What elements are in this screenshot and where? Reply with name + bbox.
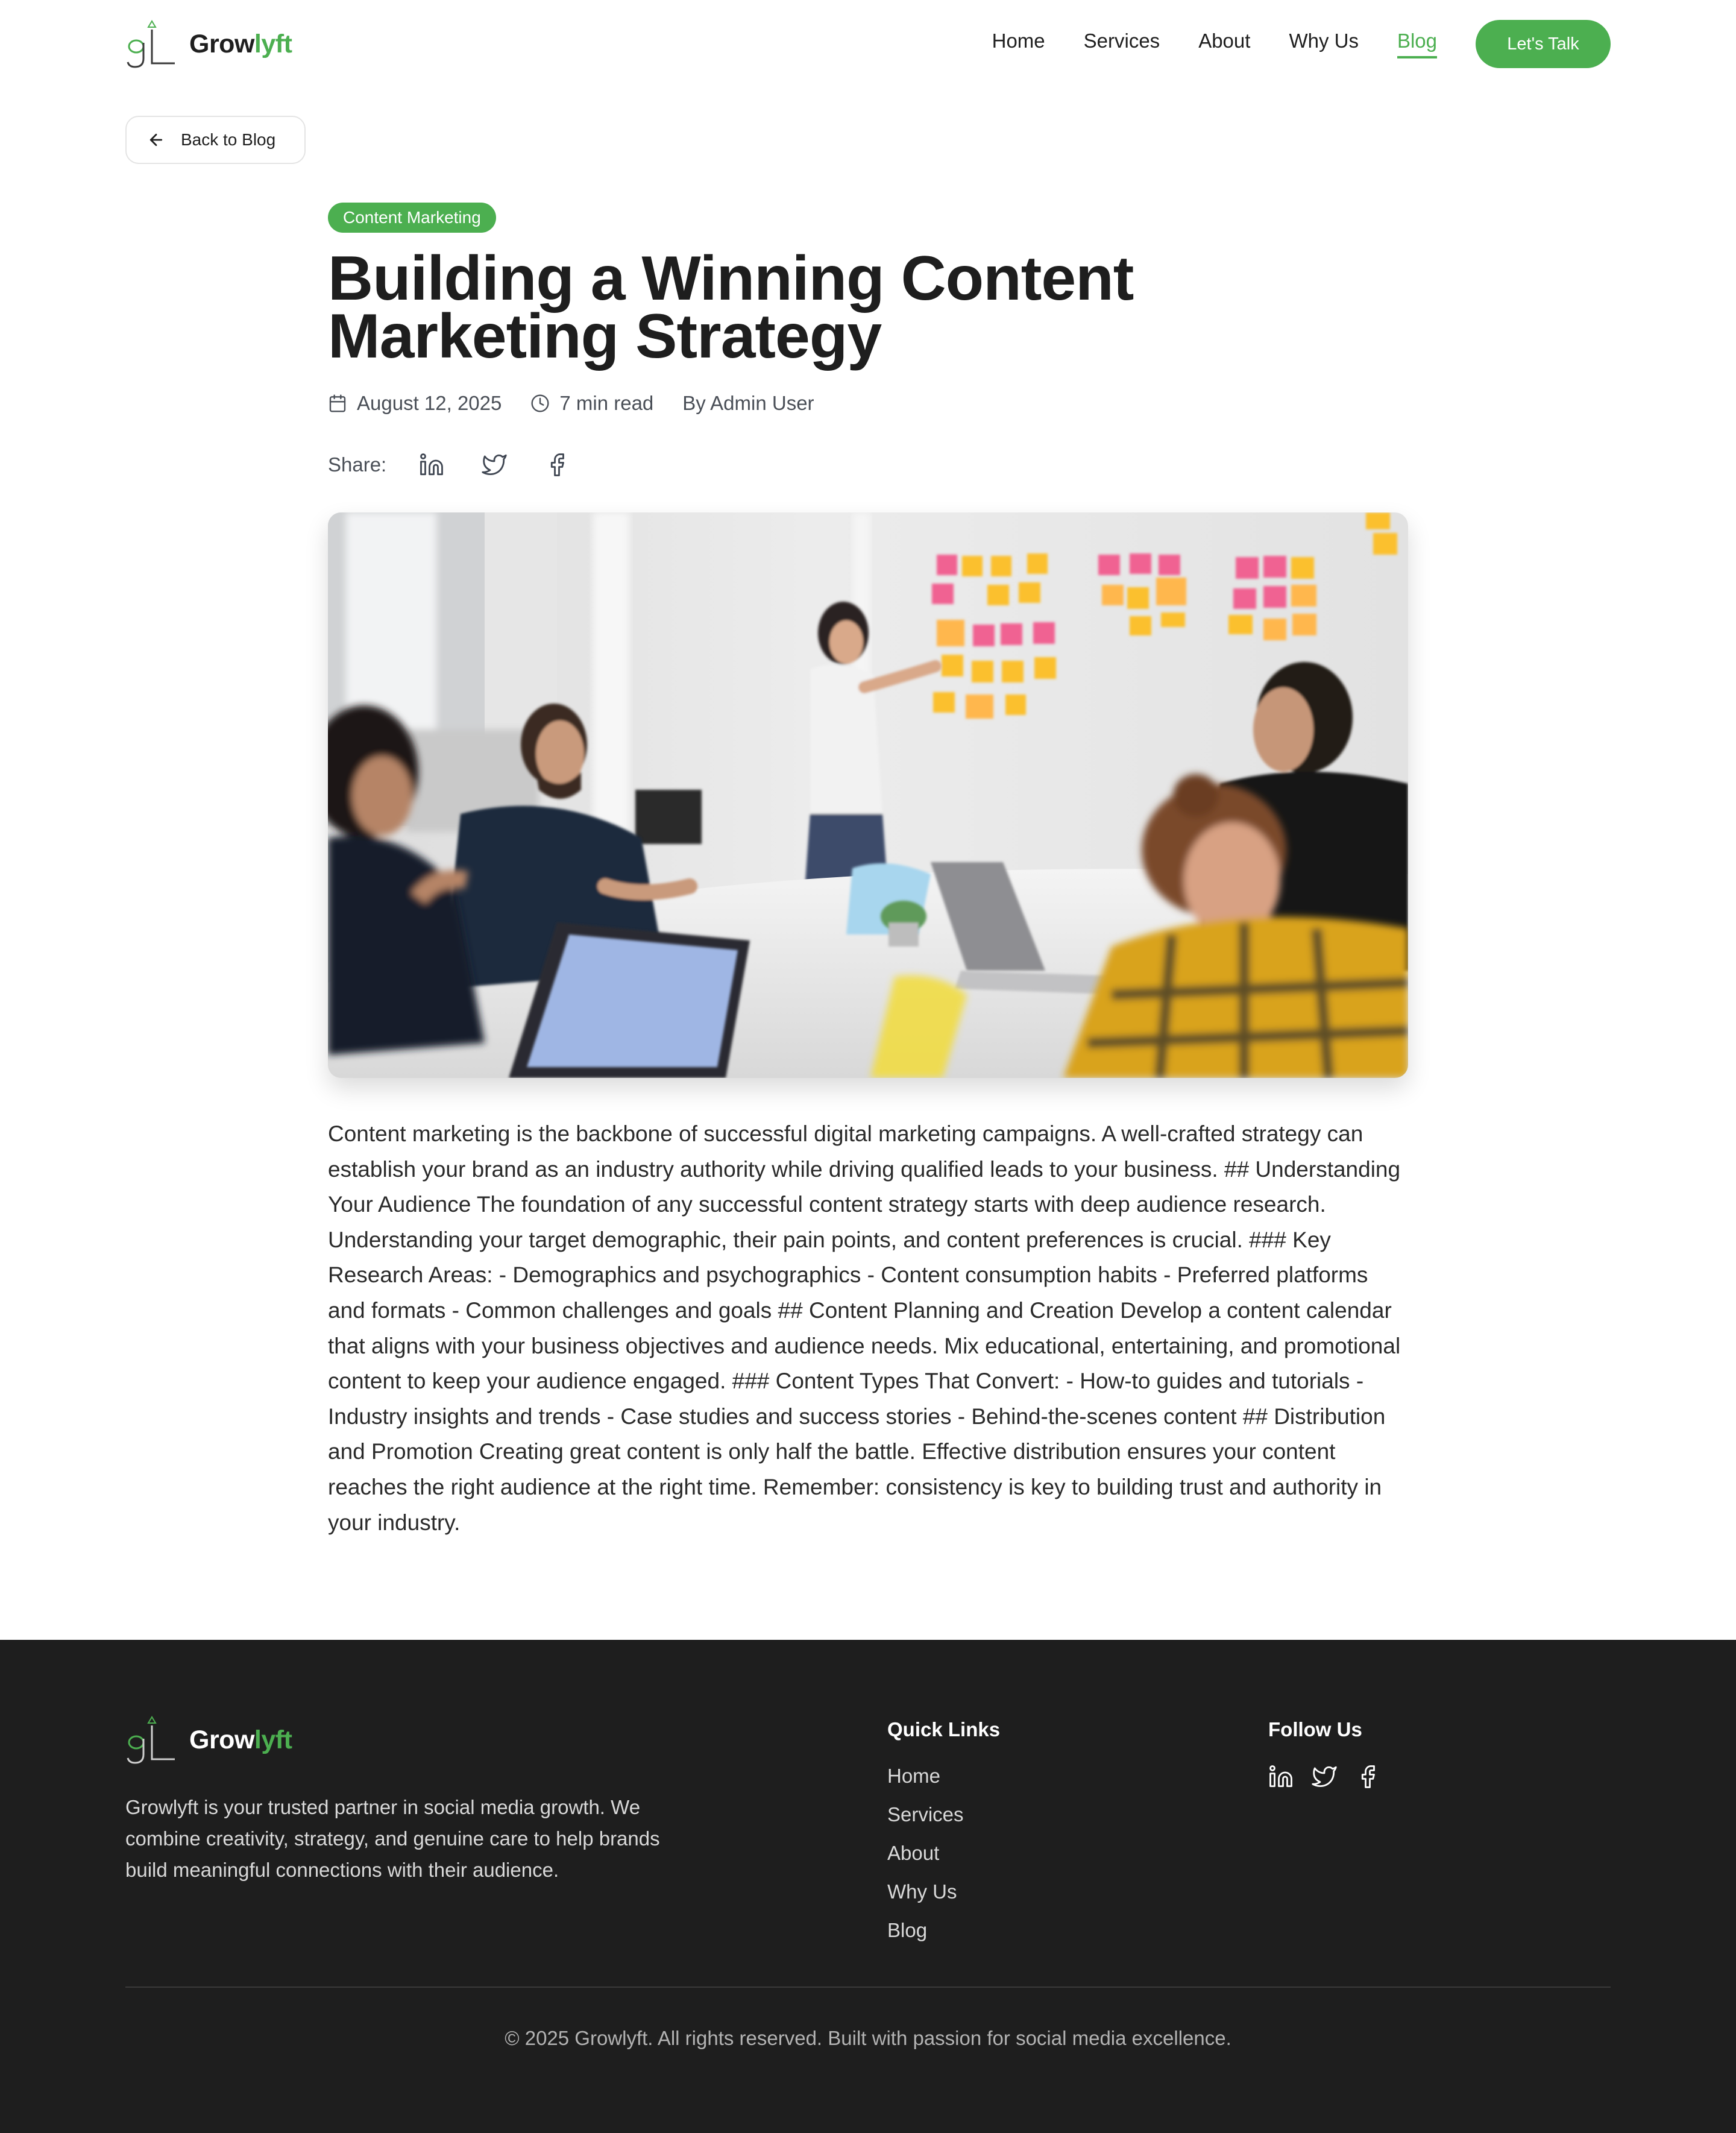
brand-name: Growlyft — [189, 29, 292, 58]
article-body: Content marketing is the backbone of suc… — [328, 1121, 1401, 1535]
logo-icon — [127, 20, 175, 68]
site-header: Growlyft Home Services About Why Us Blog… — [0, 0, 1736, 88]
nav-blog[interactable]: Blog — [1397, 30, 1437, 58]
main-nav: Home Services About Why Us Blog Let's Ta… — [954, 20, 1611, 68]
nav-home[interactable]: Home — [992, 30, 1045, 58]
share-bar: Share: — [328, 447, 1408, 482]
quick-links-title: Quick Links — [887, 1718, 1001, 1741]
back-to-blog-label: Back to Blog — [181, 130, 276, 149]
hero-image — [328, 512, 1408, 1078]
footer-link-services[interactable]: Services — [887, 1801, 1000, 1840]
share-label: Share: — [328, 453, 387, 476]
logo-icon — [127, 1716, 175, 1764]
team-meeting-photo — [328, 512, 1408, 1078]
footer-link-about[interactable]: About — [887, 1840, 1000, 1879]
article-date: August 12, 2025 — [328, 392, 502, 415]
read-time-text: 7 min read — [559, 392, 654, 414]
footer-twitter-link[interactable] — [1312, 1764, 1337, 1789]
article-author: By Admin User — [682, 392, 814, 415]
arrow-left-icon — [149, 133, 163, 147]
facebook-icon — [1361, 1765, 1375, 1788]
share-linkedin-button[interactable] — [414, 447, 449, 482]
brand-logo-link[interactable]: Growlyft — [125, 19, 292, 69]
clock-icon — [531, 394, 549, 412]
article-read-time: 7 min read — [530, 392, 653, 415]
author-text: By Admin User — [682, 392, 814, 414]
twitter-icon — [482, 454, 507, 476]
linkedin-icon — [1269, 1765, 1292, 1788]
footer-description: Growlyft is your trusted partner in soci… — [125, 1796, 660, 1881]
footer-brand-name: Growlyft — [189, 1725, 292, 1754]
linkedin-icon — [420, 453, 444, 476]
calendar-icon — [329, 394, 346, 412]
footer-link-blog[interactable]: Blog — [887, 1917, 1000, 1956]
site-footer: Growlyft Growlyft is your trusted partne… — [0, 1640, 1736, 2133]
footer-link-why-us[interactable]: Why Us — [887, 1879, 1000, 1917]
footer-divider — [125, 1986, 1611, 1988]
nav-services[interactable]: Services — [1084, 30, 1160, 58]
footer-linkedin-link[interactable] — [1268, 1764, 1294, 1789]
back-to-blog-button[interactable]: Back to Blog — [125, 116, 306, 164]
category-badge: Content Marketing — [328, 203, 496, 233]
footer-facebook-link[interactable] — [1355, 1764, 1380, 1789]
nav-about[interactable]: About — [1198, 30, 1250, 58]
footer-link-home[interactable]: Home — [887, 1763, 1000, 1801]
date-text: August 12, 2025 — [357, 392, 502, 414]
lets-talk-button[interactable]: Let's Talk — [1476, 20, 1611, 68]
quick-links: Quick Links Home Services About Why Us B… — [887, 1718, 1000, 1956]
twitter-icon — [1312, 1766, 1337, 1788]
article-meta: August 12, 2025 7 min read By Admin User — [328, 392, 1408, 415]
share-twitter-button[interactable] — [477, 447, 512, 482]
share-facebook-button[interactable] — [539, 447, 574, 482]
footer-brand[interactable]: Growlyft — [125, 1715, 292, 1765]
facebook-icon — [551, 453, 565, 476]
copyright-text: © 2025 Growlyft. All rights reserved. Bu… — [505, 2027, 1231, 2049]
article-title: Building a Winning Content Marketing Str… — [328, 244, 1134, 371]
blog-article: Content Marketing Building a Winning Con… — [328, 203, 1408, 1540]
follow-us: Follow Us — [1268, 1718, 1380, 1789]
nav-why-us[interactable]: Why Us — [1289, 30, 1359, 58]
follow-us-title: Follow Us — [1268, 1718, 1362, 1741]
